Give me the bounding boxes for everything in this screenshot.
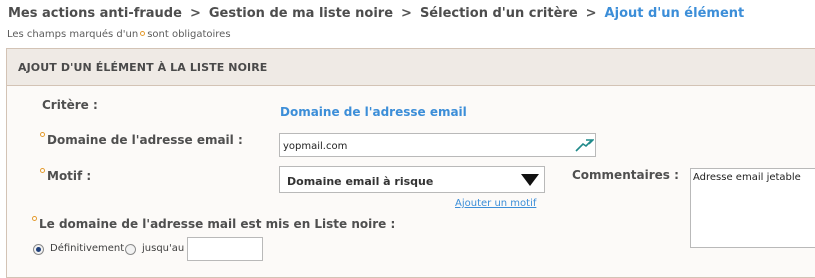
required-dot-icon: [40, 132, 45, 137]
radio-definitivement[interactable]: [33, 244, 44, 255]
option-jusquau-label[interactable]: jusqu'au: [142, 243, 184, 254]
breadcrumb-separator: >: [585, 6, 597, 21]
required-fields-note: Les champs marqués d'un sont obligatoires: [7, 29, 231, 40]
breadcrumb-separator: >: [401, 6, 412, 21]
add-motif-link[interactable]: Ajouter un motif: [455, 198, 536, 209]
breadcrumb-item-selection-critere[interactable]: Sélection d'un critère: [420, 6, 578, 21]
panel-title: AJOUT D'UN ÉLÉMENT À LA LISTE NOIRE: [7, 49, 815, 86]
blacklist-question-text: Le domaine de l'adresse mail est mis en …: [39, 217, 396, 231]
option-definitivement-label[interactable]: Définitivement: [50, 243, 124, 254]
required-dot-icon: [140, 30, 146, 36]
triangle-down-icon[interactable]: [516, 167, 544, 192]
critere-value: Domaine de l'adresse email: [280, 105, 467, 119]
breadcrumb-item-anti-fraude[interactable]: Mes actions anti-fraude: [8, 6, 182, 21]
critere-label: Critère :: [42, 98, 98, 112]
email-autocomplete-icon[interactable]: [574, 137, 594, 153]
commentaires-textarea[interactable]: Adresse email jetable: [690, 168, 815, 248]
until-date-input[interactable]: [187, 237, 263, 261]
motif-selected-value: Domaine email à risque: [287, 175, 434, 188]
domaine-label: Domaine de l'adresse email :: [40, 132, 243, 147]
required-dot-icon: [32, 216, 37, 221]
required-note-text-after: sont obligatoires: [147, 29, 231, 40]
domaine-label-text: Domaine de l'adresse email :: [47, 133, 243, 147]
motif-label: Motif :: [40, 168, 92, 183]
breadcrumb-separator: >: [189, 6, 201, 21]
breadcrumb-item-liste-noire[interactable]: Gestion de ma liste noire: [209, 6, 393, 21]
motif-select[interactable]: Domaine email à risque: [279, 166, 545, 193]
radio-jusquau[interactable]: [125, 244, 136, 255]
commentaires-label: Commentaires :: [572, 168, 679, 182]
domaine-email-input[interactable]: [279, 133, 596, 157]
required-note-text-before: Les champs marqués d'un: [7, 29, 139, 40]
breadcrumb: Mes actions anti-fraude > Gestion de ma li…: [8, 6, 744, 21]
required-dot-icon: [40, 168, 45, 173]
motif-label-text: Motif :: [47, 169, 92, 183]
breadcrumb-current: Ajout d'un élément: [604, 6, 745, 21]
blacklist-question: Le domaine de l'adresse mail est mis en …: [32, 216, 395, 231]
